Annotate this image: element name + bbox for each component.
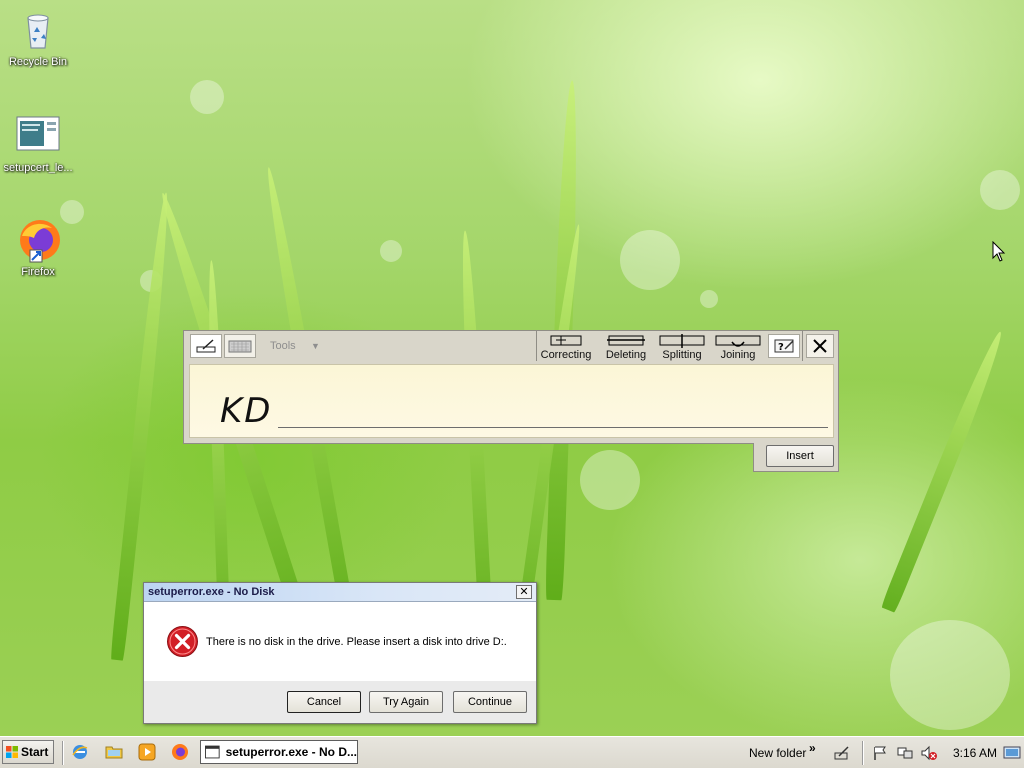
bokeh-decoration bbox=[380, 240, 402, 262]
desktop-icon-recycle-bin[interactable]: Recycle Bin bbox=[0, 8, 76, 68]
dialog-button-row: Cancel Try Again Continue bbox=[144, 681, 536, 723]
network-icon[interactable] bbox=[897, 745, 913, 761]
document-thumbnail-icon bbox=[16, 114, 60, 158]
gesture-splitting[interactable]: Splitting bbox=[652, 333, 712, 361]
volume-muted-icon[interactable] bbox=[921, 745, 937, 761]
start-label: Start bbox=[21, 745, 49, 759]
recycle-bin-icon bbox=[16, 8, 60, 52]
dialog-close-button[interactable]: ✕ bbox=[516, 585, 532, 599]
tablet-input-panel[interactable]: Tools ▼ Correcting Deleting Splitting Jo… bbox=[183, 330, 839, 472]
media-player-icon[interactable] bbox=[138, 743, 156, 761]
toolbar-chevron-icon[interactable]: » bbox=[809, 741, 816, 755]
input-panel-toolbar: Tools ▼ Correcting Deleting Splitting Jo… bbox=[183, 330, 839, 362]
bokeh-decoration bbox=[890, 620, 1010, 730]
keyboard-button[interactable] bbox=[224, 334, 256, 358]
deleting-gesture-icon bbox=[596, 334, 656, 348]
dialog-title: setuperror.exe - No Disk bbox=[148, 586, 275, 598]
dialog-message: There is no disk in the drive. Please in… bbox=[206, 636, 507, 648]
tools-dropdown-arrow-icon: ▼ bbox=[311, 341, 320, 351]
desktop[interactable]: Recycle Bin setupcert_le... Firefox Tool… bbox=[0, 0, 1024, 736]
tools-menu[interactable]: Tools bbox=[270, 340, 296, 352]
cancel-button[interactable]: Cancel bbox=[287, 691, 361, 713]
joining-gesture-icon bbox=[708, 334, 768, 348]
bokeh-decoration bbox=[620, 230, 680, 290]
desktop-icon-label: Recycle Bin bbox=[8, 56, 68, 68]
gesture-joining[interactable]: Joining bbox=[708, 333, 768, 361]
window-icon bbox=[205, 745, 220, 759]
new-folder-toolbar[interactable]: New folder bbox=[749, 746, 806, 760]
gesture-deleting[interactable]: Deleting bbox=[596, 333, 656, 361]
grass-decoration bbox=[880, 328, 1008, 613]
error-icon bbox=[166, 625, 199, 658]
writing-baseline bbox=[278, 427, 828, 428]
help-button[interactable]: ? bbox=[768, 334, 800, 358]
taskbar-button-label: setuperror.exe - No D... bbox=[225, 745, 357, 759]
writing-pad-icon bbox=[196, 339, 216, 353]
bokeh-decoration bbox=[700, 290, 718, 308]
no-disk-error-dialog[interactable]: setuperror.exe - No Disk ✕ There is no d… bbox=[143, 582, 537, 724]
gesture-correcting[interactable]: Correcting bbox=[536, 333, 596, 361]
desktop-icon-label: Firefox bbox=[21, 266, 55, 278]
file-explorer-icon[interactable] bbox=[105, 743, 123, 761]
svg-text:?: ? bbox=[778, 342, 784, 353]
gesture-label: Joining bbox=[720, 349, 756, 361]
splitting-gesture-icon bbox=[652, 334, 712, 348]
start-button[interactable]: Start bbox=[2, 740, 54, 764]
try-again-button[interactable]: Try Again bbox=[369, 691, 443, 713]
dialog-body: There is no disk in the drive. Please in… bbox=[144, 603, 536, 681]
gesture-label: Deleting bbox=[605, 349, 647, 361]
close-panel-button[interactable] bbox=[806, 334, 834, 358]
bokeh-decoration bbox=[190, 80, 224, 114]
insert-button-container: Insert bbox=[753, 443, 839, 472]
desktop-icon-setupcert[interactable]: setupcert_le... bbox=[0, 114, 76, 174]
insert-button[interactable]: Insert bbox=[766, 445, 834, 467]
mouse-pointer-icon bbox=[992, 240, 1006, 266]
taskbar-divider bbox=[62, 741, 63, 765]
taskbar-button-setuperror[interactable]: setuperror.exe - No D... bbox=[200, 740, 358, 764]
internet-explorer-icon[interactable] bbox=[71, 743, 89, 761]
dialog-title-bar[interactable]: setuperror.exe - No Disk ✕ bbox=[144, 583, 536, 602]
writing-pad-area: KD bbox=[183, 361, 839, 444]
firefox-icon bbox=[16, 218, 60, 263]
desktop-icon-firefox[interactable]: Firefox bbox=[0, 218, 76, 278]
gesture-label: Correcting bbox=[540, 349, 592, 361]
toolbar-divider bbox=[802, 331, 803, 361]
keyboard-icon bbox=[228, 340, 252, 353]
desktop-icon-label: setupcert_le... bbox=[3, 162, 73, 174]
correcting-gesture-icon bbox=[536, 334, 596, 348]
gesture-label: Splitting bbox=[662, 349, 702, 361]
tablet-input-tray-icon[interactable] bbox=[834, 745, 850, 761]
continue-button[interactable]: Continue bbox=[453, 691, 527, 713]
taskbar-clock[interactable]: 3:16 AM bbox=[953, 746, 997, 760]
taskbar-divider bbox=[862, 741, 863, 765]
help-pen-icon: ? bbox=[774, 339, 794, 353]
taskbar: Start setuperror.exe - No D... New folde… bbox=[0, 736, 1024, 768]
firefox-taskbar-icon[interactable] bbox=[171, 743, 189, 761]
bokeh-decoration bbox=[980, 170, 1020, 210]
handwritten-ink: KD bbox=[220, 391, 273, 431]
action-center-flag-icon[interactable] bbox=[872, 745, 888, 761]
show-desktop-icon[interactable] bbox=[1003, 745, 1021, 761]
close-icon bbox=[813, 339, 827, 353]
windows-logo-icon bbox=[6, 746, 18, 758]
writing-pad-button[interactable] bbox=[190, 334, 222, 358]
writing-surface[interactable]: KD bbox=[189, 364, 834, 438]
